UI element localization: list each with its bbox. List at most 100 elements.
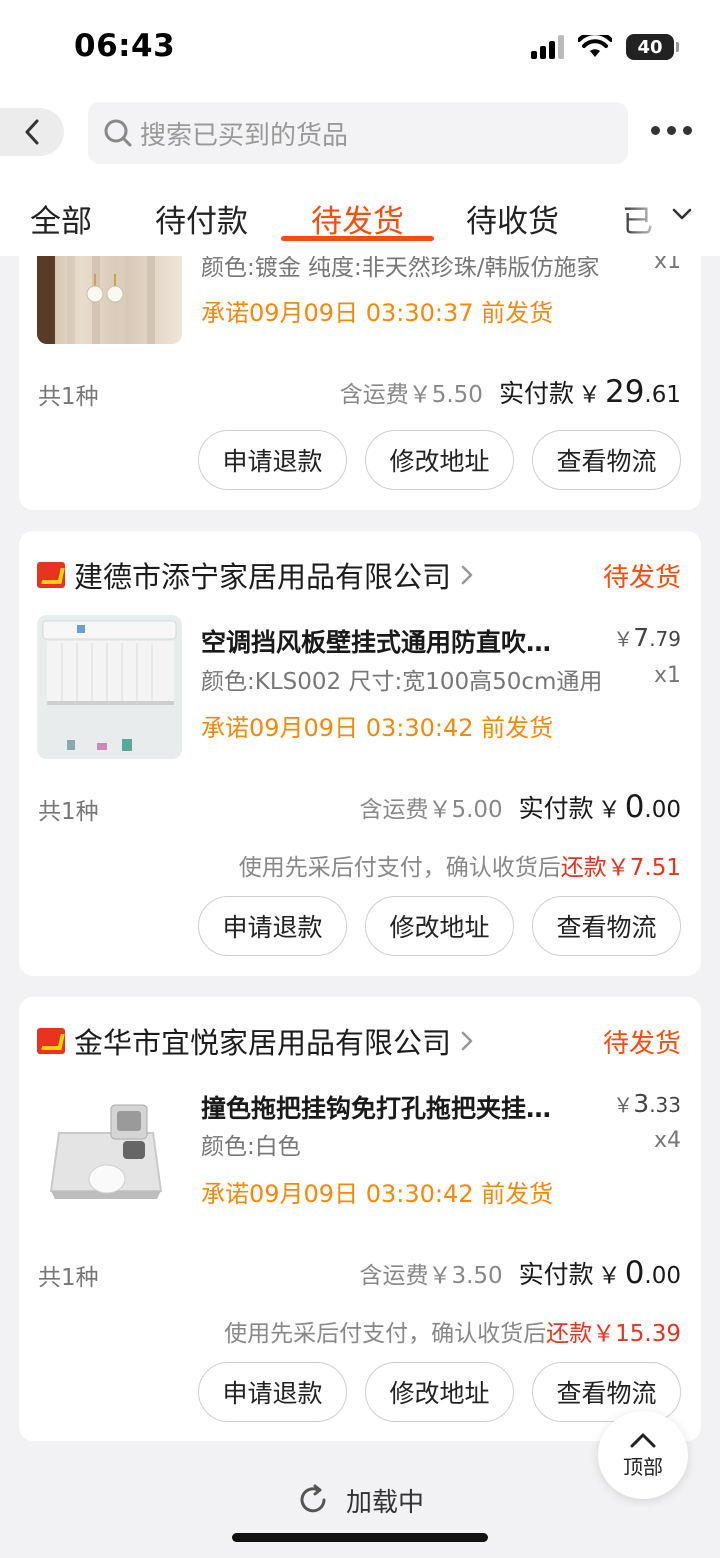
air-deflector-image — [37, 615, 182, 759]
order-card: 颜色:镀金 纯度:非天然珍珠/韩版仿施家 x1 承诺09月09日 03:30:3… — [19, 220, 701, 510]
repay-amount: 还款￥15.39 — [546, 1321, 681, 1347]
dot-icon — [667, 126, 676, 135]
search-input[interactable]: 搜索已买到的货品 — [88, 102, 628, 164]
dot-icon — [683, 126, 692, 135]
order-totals: 含运费￥3.50 实付款 ￥ 0 .00 — [359, 1255, 681, 1291]
price-dec: .79 — [649, 627, 681, 651]
status-icons: 40 — [531, 34, 679, 60]
product-spec: 颜色:白色 — [201, 1134, 301, 1160]
chevron-left-icon — [25, 119, 39, 145]
paid-amount-dec: .61 — [644, 382, 681, 408]
repay-amount: 还款￥7.51 — [560, 855, 681, 881]
paid-currency: ￥ — [597, 1263, 621, 1289]
paid-label: 实付款 — [518, 794, 594, 823]
search-icon — [104, 119, 132, 147]
order-totals: 含运费￥5.00 实付款 ￥ 0 .00 — [359, 789, 681, 825]
track-logistics-button[interactable]: 查看物流 — [532, 896, 681, 956]
order-card: 金华市宜悦家居用品有限公司 待发货 撞色拖把挂钩免打孔拖把夹挂… ￥3.33 颜… — [19, 997, 701, 1441]
wifi-icon — [578, 35, 612, 57]
bnpl-note: 使用先采后付支付，确认收货后还款￥7.51 — [239, 848, 681, 882]
paid-amount-dec: .00 — [644, 1263, 681, 1289]
change-address-button[interactable]: 修改地址 — [365, 896, 514, 956]
product-thumbnail[interactable] — [37, 615, 182, 759]
refund-button[interactable]: 申请退款 — [198, 1362, 347, 1422]
store-name: 建德市添宁家居用品有限公司 — [74, 560, 452, 594]
mop-holder-image — [49, 1104, 163, 1199]
price-currency: ￥ — [613, 627, 634, 651]
store-name: 金华市宜悦家居用品有限公司 — [74, 1026, 452, 1060]
ship-promise: 承诺09月09日 03:30:37 前发货 — [201, 299, 554, 327]
status-time: 06:43 — [74, 28, 176, 64]
bnpl-note: 使用先采后付支付，确认收货后还款￥15.39 — [224, 1314, 681, 1348]
product-qty: x1 — [653, 663, 681, 688]
price-dec: .33 — [649, 1093, 681, 1117]
store-header[interactable]: 金华市宜悦家居用品有限公司 — [37, 1021, 475, 1061]
item-count: 共1种 — [38, 384, 99, 410]
paid-label: 实付款 — [498, 379, 574, 408]
refresh-icon — [300, 1484, 326, 1513]
order-totals: 含运费￥5.50 实付款 ￥ 29 .61 — [340, 374, 681, 410]
cellular-signal-icon — [531, 35, 564, 59]
item-count: 共1种 — [38, 799, 99, 825]
store-logo-icon — [37, 562, 65, 588]
order-status: 待发货 — [602, 1029, 681, 1059]
order-actions: 申请退款 修改地址 查看物流 — [198, 430, 681, 490]
product-price: ￥3.33 — [613, 1089, 681, 1118]
more-options-button[interactable] — [651, 126, 692, 135]
product-thumbnail[interactable] — [37, 1081, 182, 1225]
paid-currency: ￥ — [597, 797, 621, 823]
store-header[interactable]: 建德市添宁家居用品有限公司 — [37, 555, 475, 595]
chevron-right-icon — [461, 565, 473, 585]
bnpl-text: 使用先采后付支付，确认收货后 — [224, 1321, 547, 1347]
item-count: 共1种 — [38, 1265, 99, 1291]
ship-promise: 承诺09月09日 03:30:42 前发货 — [201, 714, 554, 742]
paid-currency: ￥ — [577, 382, 601, 408]
tab-pending-payment[interactable]: 待付款 — [155, 196, 248, 241]
paid-label: 实付款 — [518, 1260, 594, 1289]
loading-label: 加载中 — [345, 1487, 424, 1518]
price-int: 7 — [633, 623, 650, 652]
shipping-fee: 含运费￥5.00 — [359, 797, 503, 823]
status-bar: 06:43 40 — [0, 0, 720, 96]
home-indicator — [232, 1533, 488, 1542]
product-title[interactable]: 空调挡风板壁挂式通用防直吹… — [201, 623, 591, 659]
loading-indicator: 加载中 — [0, 1478, 720, 1522]
shipping-fee: 含运费￥5.50 — [339, 382, 483, 408]
refund-button[interactable]: 申请退款 — [198, 430, 347, 490]
paid-amount-dec: .00 — [644, 797, 681, 823]
tab-all[interactable]: 全部 — [30, 196, 92, 241]
price-int: 3 — [633, 1089, 650, 1118]
tab-pending-receipt[interactable]: 待收货 — [466, 196, 559, 241]
refund-button[interactable]: 申请退款 — [198, 896, 347, 956]
chevron-down-icon[interactable] — [670, 202, 694, 226]
product-price: ￥7.79 — [613, 623, 681, 652]
product-spec: 颜色:KLS002 尺寸:宽100高50cm通用 — [201, 669, 603, 695]
order-tabs: 全部 待付款 待发货 待收货 已 — [0, 176, 720, 256]
search-header: 搜索已买到的货品 — [0, 96, 720, 176]
paid-amount-int: 29 — [604, 374, 645, 410]
back-to-top-label: 顶部 — [623, 1454, 663, 1479]
order-actions: 申请退款 修改地址 查看物流 — [198, 896, 681, 956]
change-address-button[interactable]: 修改地址 — [365, 430, 514, 490]
search-placeholder: 搜索已买到的货品 — [140, 120, 349, 151]
store-logo-icon — [37, 1028, 65, 1054]
chevron-up-icon — [630, 1433, 656, 1447]
price-currency: ￥ — [613, 1093, 634, 1117]
product-qty: x4 — [653, 1128, 681, 1153]
order-status: 待发货 — [602, 563, 681, 593]
product-title[interactable]: 撞色拖把挂钩免打孔拖把夹挂… — [201, 1089, 591, 1125]
paid-amount-int: 0 — [624, 1255, 645, 1291]
tab-pending-shipment[interactable]: 待发货 — [311, 196, 404, 241]
track-logistics-button[interactable]: 查看物流 — [532, 430, 681, 490]
shipping-fee: 含运费￥3.50 — [359, 1263, 503, 1289]
tab-active-indicator — [281, 236, 434, 241]
paid-amount-int: 0 — [624, 789, 645, 825]
battery-icon: 40 — [626, 34, 679, 60]
dot-icon — [651, 126, 660, 135]
change-address-button[interactable]: 修改地址 — [365, 1362, 514, 1422]
bnpl-text: 使用先采后付支付，确认收货后 — [238, 855, 561, 881]
chevron-right-icon — [461, 1031, 473, 1051]
order-card: 建德市添宁家居用品有限公司 待发货 空调挡风板壁挂式通用防直吹… ￥7.79 颜… — [19, 531, 701, 976]
back-button[interactable] — [0, 108, 64, 156]
order-actions: 申请退款 修改地址 查看物流 — [198, 1362, 681, 1422]
